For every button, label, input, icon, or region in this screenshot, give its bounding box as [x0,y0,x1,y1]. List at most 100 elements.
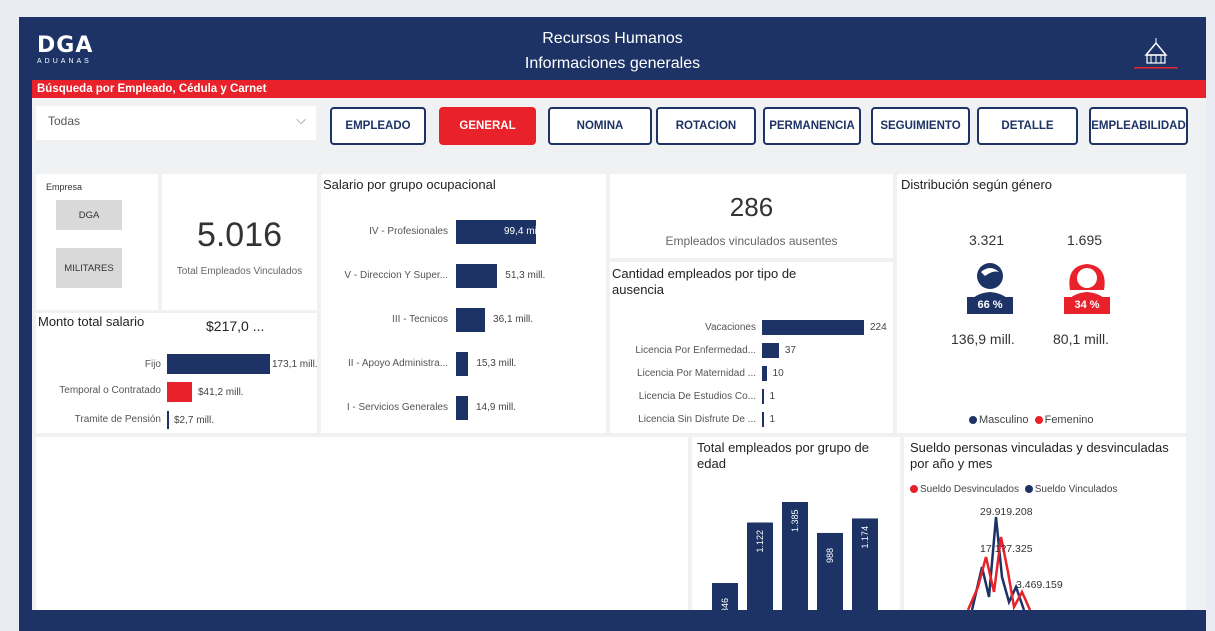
employee-filter-dropdown[interactable]: Todas ⌵ [36,106,316,140]
tab-detalle[interactable]: DETALLE [977,107,1078,145]
edad-chart: 346 1.122 1.385 988 1.174 [712,502,878,610]
bar-value: 99,4 mill. [504,226,545,237]
bar-value: 14,9 mill. [475,402,516,413]
total-empleados-card: 5.016 Total Empleados Vinculados [162,174,317,310]
sueldo-title: Sueldo personas vinculadas y desvinculad… [910,440,1169,471]
bar-ausencia[interactable] [762,412,764,427]
bar-value: 346 [720,598,730,610]
bar-label: V - Direccion Y Super... [344,270,448,281]
empresa-title: Empresa [46,182,83,192]
tab-general[interactable]: GENERAL [439,107,536,145]
bar-label: Licencia Por Enfermedad... [635,345,756,356]
ausencia-tipo-title: Cantidad empleados por tipo de ausencia [612,266,797,297]
bar-label: Fijo [144,359,161,370]
bar-temporal[interactable] [167,382,192,402]
sueldo-legend: Sueldo Desvinculados Sueldo Vinculados [910,484,1117,495]
female-pct: 34 % [1064,297,1110,313]
empresa-option-dga[interactable]: DGA [56,200,122,230]
bar-label: Licencia Sin Disfrute De ... [638,414,756,425]
bar-label: I - Servicios Generales [346,402,448,413]
genero-legend: Masculino Femenino [969,414,1094,426]
bar-label: II - Apoyo Administra... [347,358,448,369]
empresa-slicer: Empresa DGA MILITARES [36,174,158,310]
bar-pension[interactable] [167,411,169,429]
bar-value: 1.174 [860,526,870,549]
legend-dot-male [969,416,977,424]
tab-empleabilidad[interactable]: EMPLEABILIDAD [1089,107,1188,145]
legend-vinculados: Sueldo Vinculados [1034,484,1118,495]
bar-edad[interactable] [817,532,843,610]
bar-value: 173,1 mill. [272,359,318,370]
sueldo-line-chart: 29.919.208 17.1?7.325 3.469.159 [966,506,1063,610]
bar-value: 1.385 [790,509,800,532]
tab-permanencia[interactable]: PERMANENCIA [763,107,861,145]
bar-label: Vacaciones [705,322,756,333]
salario-grupo-card: Salario por grupo ocupacional IV - Profe… [321,174,606,433]
bar-label: Licencia De Estudios Co... [638,391,756,402]
bar-ausencia[interactable] [762,320,864,335]
tab-nomina[interactable]: NOMINA [548,107,652,145]
search-label-bar: Búsqueda por Empleado, Cédula y Carnet [32,80,1206,98]
bar-value: 1 [769,391,776,402]
genero-card: Distribución según género 3.321 1.695 66… [897,174,1186,433]
bar-label: III - Tecnicos [392,314,448,325]
salario-grupo-title: Salario por grupo ocupacional [323,177,496,192]
bar-ausencia[interactable] [762,389,764,404]
dropdown-value: Todas [48,114,81,128]
bar-value: 15,3 mill. [476,358,517,369]
ausentes-value: 286 [729,192,774,222]
tab-seguimiento[interactable]: SEGUIMIENTO [871,107,970,145]
legend-male: Masculino [979,414,1029,426]
bar-salario[interactable] [456,308,486,332]
dashboard-frame: DGA ADUANAS Recursos Humanos Informacion… [19,17,1206,631]
bar-value: 1 [769,414,776,425]
bar-value: $41,2 mill. [198,387,244,398]
tab-rotacion[interactable]: ROTACION [656,107,756,145]
male-count: 3.321 [969,232,1005,248]
edad-card: Total empleados por grupo de edad 346 1.1… [692,437,900,610]
tab-empleado[interactable]: EMPLEADO [330,107,426,145]
government-seal-icon [1134,38,1178,69]
bar-value: 988 [825,548,835,563]
sueldo-label: 3.469.159 [1016,579,1063,591]
male-pct: 66 % [967,297,1013,313]
sueldo-card: Sueldo personas vinculadas y desvinculad… [904,437,1186,610]
bar-value: 51,3 mill. [505,270,546,281]
legend-female: Femenino [1044,414,1094,426]
genero-title: Distribución según género [901,177,1053,192]
legend-dot-desvinculados [910,485,918,493]
legend-dot-vinculados [1024,485,1033,493]
bar-ausencia[interactable] [762,343,779,358]
total-empleados-value: 5.016 [196,216,283,254]
ausentes-label: Empleados vinculados ausentes [665,234,838,248]
bar-value: 36,1 mill. [493,314,534,325]
bar-label: Temporal o Contratado [59,385,161,396]
sueldo-label: 29.919.208 [980,506,1033,518]
bar-ausencia[interactable] [762,366,767,381]
female-salary: 80,1 mill. [1053,331,1110,347]
bar-value: 37 [784,345,796,356]
report-canvas: Todas ⌵ EMPLEADO GENERAL NOMINA ROTACION… [32,98,1206,610]
male-salary: 136,9 mill. [951,331,1015,347]
bar-label: Licencia Por Maternidad ... [637,368,756,379]
bar-salario[interactable] [456,396,468,420]
header: DGA ADUANAS Recursos Humanos Informacion… [19,17,1206,77]
bar-value: 1.122 [755,530,765,553]
female-count: 1.695 [1067,232,1103,248]
bar-salario[interactable] [456,352,469,376]
bar-value: $2,7 mill. [174,415,215,426]
empty-visual-card [36,437,688,610]
legend-desvinculados: Sueldo Desvinculados [920,484,1019,495]
empresa-option-militares[interactable]: MILITARES [56,248,122,288]
bar-label: Tramite de Pensión [74,414,161,425]
bar-salario[interactable] [456,264,498,288]
monto-salario-total: $217,0 ... [206,318,265,334]
ausencia-tipo-card: Cantidad empleados por tipo de ausencia … [610,262,893,433]
sueldo-label: 17.1?7.325 [980,543,1033,555]
page-subtitle: Informaciones generales [524,55,701,72]
ausentes-card: 286 Empleados vinculados ausentes [610,174,893,258]
legend-dot-female [1034,416,1043,424]
bar-fijo[interactable] [167,354,270,374]
total-empleados-label: Total Empleados Vinculados [176,266,303,277]
bar-label: IV - Profesionales [369,226,448,237]
